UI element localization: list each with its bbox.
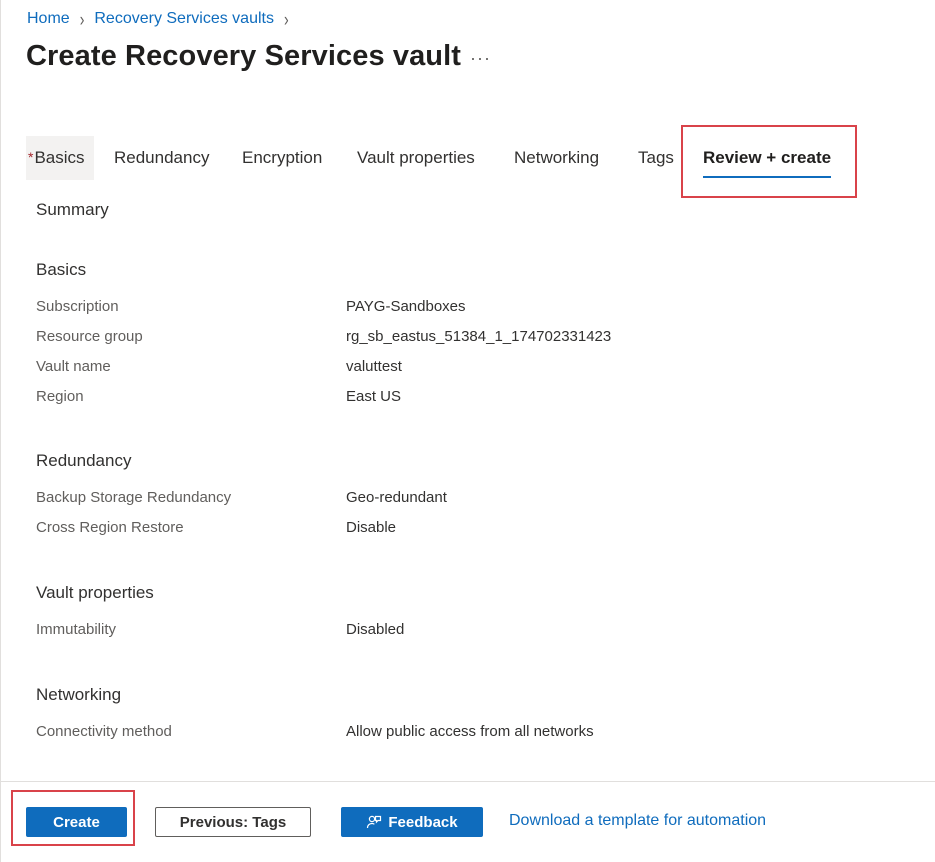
tab-basics-label: Basics <box>34 148 85 167</box>
download-template-link[interactable]: Download a template for automation <box>509 812 766 830</box>
feedback-icon <box>366 814 382 830</box>
chevron-right-icon: › <box>79 7 85 31</box>
feedback-button[interactable]: Feedback <box>341 807 483 837</box>
tab-networking[interactable]: Networking <box>514 136 599 180</box>
tab-vault-properties[interactable]: Vault properties <box>357 136 475 180</box>
footer-divider <box>0 781 935 782</box>
summary-heading: Summary <box>36 200 109 219</box>
create-vault-page: Home › Recovery Services vaults › Create… <box>0 0 935 862</box>
connectivity-method-label: Connectivity method <box>36 723 172 740</box>
resource-group-value: rg_sb_eastus_51384_1_174702331423 <box>346 328 612 345</box>
chevron-right-icon: › <box>283 7 289 31</box>
section-vault-properties-title: Vault properties <box>36 583 154 602</box>
immutability-value: Disabled <box>346 621 405 638</box>
create-button-highlight <box>11 790 135 846</box>
tab-redundancy[interactable]: Redundancy <box>114 136 209 180</box>
resource-group-label: Resource group <box>36 328 143 345</box>
backup-redundancy-value: Geo-redundant <box>346 489 447 506</box>
immutability-label: Immutability <box>36 621 117 638</box>
tab-basics[interactable]: * Basics <box>26 136 94 180</box>
summary-panel: Summary Basics Subscription PAYG-Sandbox… <box>0 180 935 780</box>
tab-tags[interactable]: Tags <box>638 136 674 180</box>
backup-redundancy-label: Backup Storage Redundancy <box>36 489 232 506</box>
breadcrumb-home-link[interactable]: Home <box>27 10 70 28</box>
region-value: East US <box>346 388 402 405</box>
section-redundancy-title: Redundancy <box>36 451 132 470</box>
cross-region-restore-value: Disable <box>346 519 397 536</box>
section-networking-title: Networking <box>36 685 122 704</box>
breadcrumb-vaults-link[interactable]: Recovery Services vaults <box>94 10 274 28</box>
subscription-value: PAYG-Sandboxes <box>346 298 466 315</box>
more-options-icon[interactable]: ··· <box>470 48 491 69</box>
breadcrumb: Home › Recovery Services vaults › <box>27 7 299 31</box>
page-title: Create Recovery Services vault <box>26 40 462 72</box>
cross-region-restore-label: Cross Region Restore <box>36 519 184 536</box>
vault-name-label: Vault name <box>36 358 111 375</box>
subscription-label: Subscription <box>36 298 119 315</box>
section-basics-title: Basics <box>36 260 87 279</box>
vault-name-value: valuttest <box>346 358 402 375</box>
connectivity-method-value: Allow public access from all networks <box>346 723 594 740</box>
region-label: Region <box>36 388 84 405</box>
previous-tags-button[interactable]: Previous: Tags <box>155 807 311 837</box>
feedback-label: Feedback <box>388 813 458 831</box>
tab-encryption[interactable]: Encryption <box>242 136 322 180</box>
required-asterisk: * <box>28 149 34 165</box>
